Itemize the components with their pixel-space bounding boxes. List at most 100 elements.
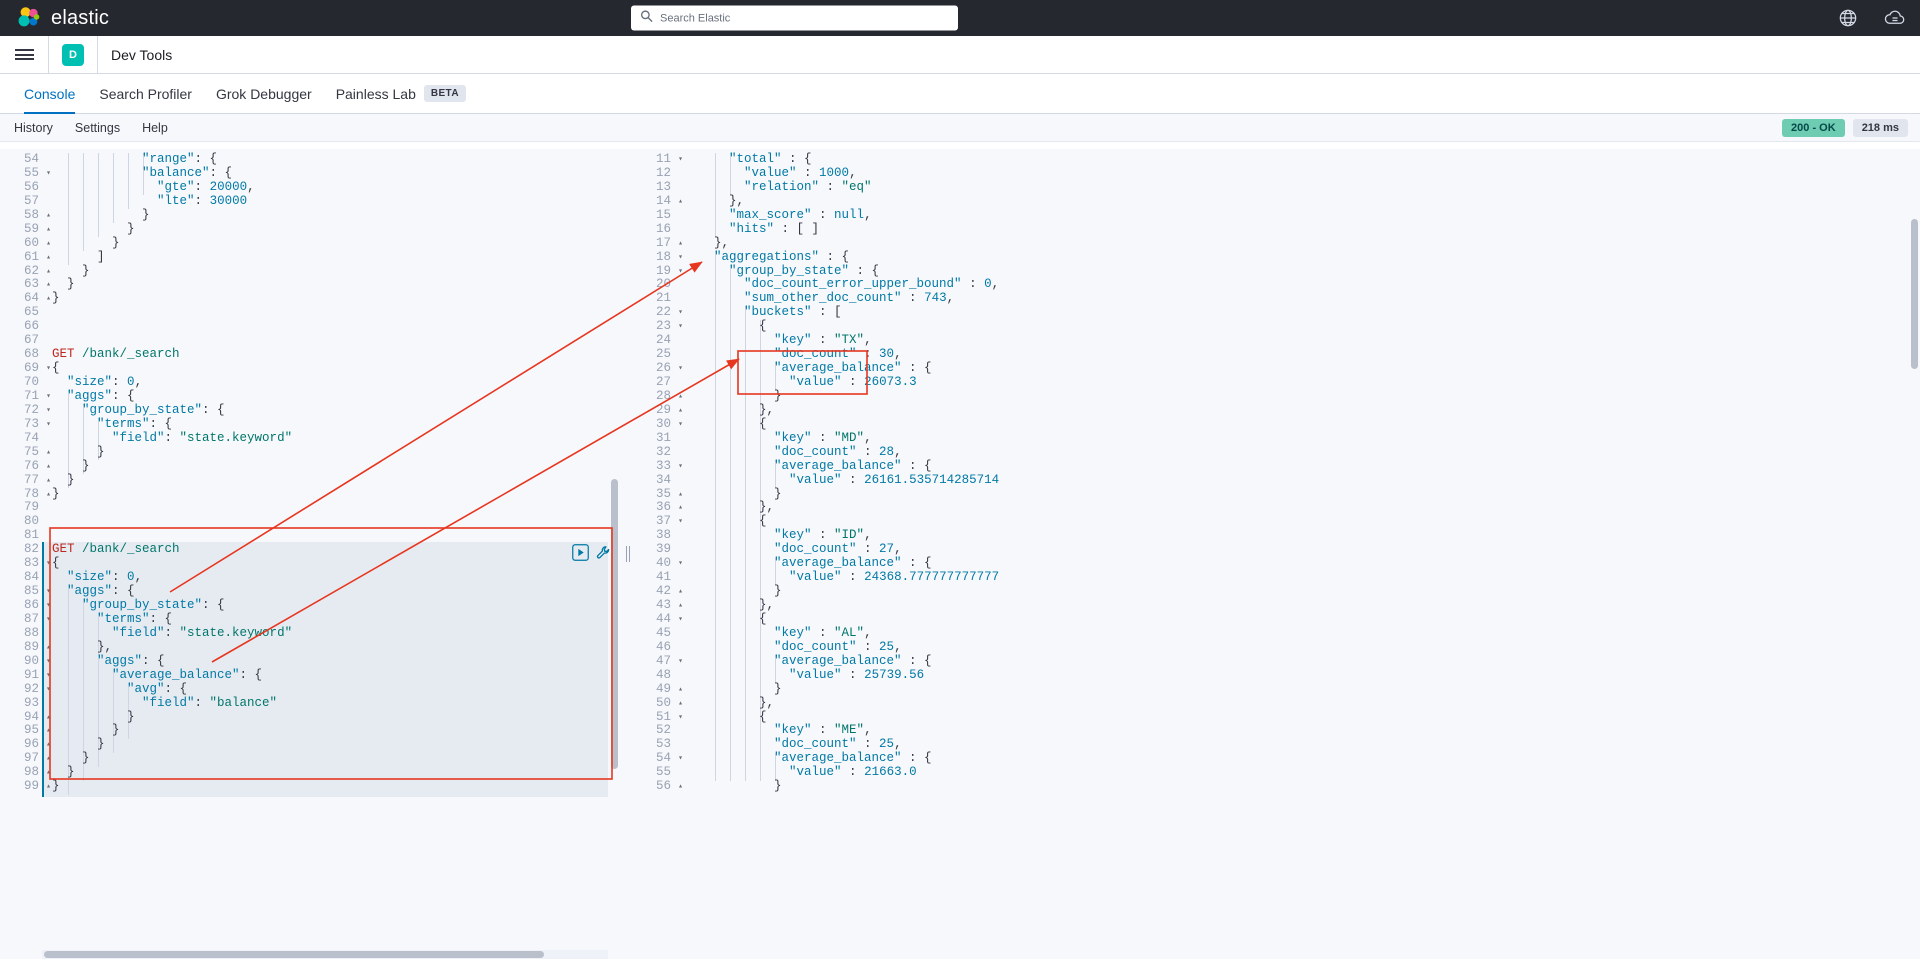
space-avatar[interactable]: D [62,44,84,66]
response-code[interactable]: "total" : { "value" : 1000, "relation" :… [684,149,1920,959]
fold-toggle-icon[interactable]: ▴ [42,488,51,502]
editor-splitter[interactable] [620,149,636,959]
code-line: "hits" : [ ] [684,223,1920,237]
fold-toggle-icon[interactable]: ▴ [674,488,683,502]
request-line-numbers[interactable]: 5455▾565758▴59▴60▴61▴62▴63▴64▴6566676869… [0,149,42,959]
fold-toggle-icon[interactable]: ▾ [42,390,51,404]
fold-toggle-icon[interactable]: ▴ [42,265,51,279]
fold-toggle-icon[interactable]: ▴ [42,766,51,780]
global-search[interactable] [631,6,958,31]
response-viewer-pane[interactable]: 11▾121314▴151617▴18▾19▾202122▾23▾242526▾… [636,149,1920,959]
fold-toggle-icon[interactable]: ▾ [42,669,51,683]
fold-toggle-icon[interactable]: ▾ [42,557,51,571]
search-input[interactable] [660,12,949,24]
history-link[interactable]: History [14,121,53,135]
line-number: 38 [636,529,674,543]
request-editor-pane[interactable]: 5455▾565758▴59▴60▴61▴62▴63▴64▴6566676869… [0,149,620,959]
fold-toggle-icon[interactable]: ▾ [42,683,51,697]
request-horizontal-scrollbar[interactable] [42,950,608,959]
fold-toggle-icon[interactable]: ▴ [674,404,683,418]
fold-toggle-icon[interactable]: ▴ [674,390,683,404]
fold-toggle-icon[interactable]: ▴ [42,209,51,223]
fold-toggle-icon[interactable]: ▴ [42,278,51,292]
code-line: } [52,711,620,725]
response-scroll-thumb[interactable] [1911,219,1918,369]
fold-toggle-icon[interactable]: ▴ [674,697,683,711]
fold-toggle-icon[interactable]: ▾ [42,167,51,181]
line-number: 75▴ [0,446,42,460]
tab-console[interactable]: Console [12,74,87,113]
fold-toggle-icon[interactable]: ▴ [42,460,51,474]
help-link[interactable]: Help [142,121,168,135]
fold-toggle-icon[interactable]: ▴ [42,711,51,725]
fold-toggle-icon[interactable]: ▾ [674,418,683,432]
fold-toggle-icon[interactable]: ▴ [674,585,683,599]
fold-toggle-icon[interactable]: ▾ [42,613,51,627]
request-code[interactable]: "range": { "balance": { "gte": 20000, "l… [52,149,620,959]
fold-toggle-icon[interactable]: ▾ [674,655,683,669]
request-hscroll-thumb[interactable] [44,951,544,958]
fold-toggle-icon[interactable]: ▴ [674,501,683,515]
line-number: 81 [0,529,42,543]
tab-search-profiler[interactable]: Search Profiler [87,74,204,113]
fold-toggle-icon[interactable]: ▴ [42,237,51,251]
line-number: 90▾ [0,655,42,669]
fold-toggle-icon[interactable]: ▾ [674,515,683,529]
fold-toggle-icon[interactable]: ▴ [42,738,51,752]
fold-toggle-icon[interactable]: ▾ [674,460,683,474]
line-number: 21 [636,292,674,306]
fold-toggle-icon[interactable]: ▾ [42,599,51,613]
code-line [52,320,620,334]
fold-toggle-icon[interactable]: ▾ [674,306,683,320]
fold-toggle-icon[interactable]: ▴ [42,780,51,794]
wrench-icon[interactable] [596,545,611,565]
code-line: } [52,780,620,794]
fold-toggle-icon[interactable]: ▾ [42,418,51,432]
line-number: 37▾ [636,515,674,529]
fold-toggle-icon[interactable]: ▾ [42,404,51,418]
fold-toggle-icon[interactable]: ▴ [42,752,51,766]
play-triangle-icon[interactable] [572,544,589,566]
tab-painless-lab[interactable]: Painless Lab BETA [324,74,478,113]
line-number: 68 [0,348,42,362]
fold-toggle-icon[interactable]: ▾ [674,153,683,167]
fold-toggle-icon[interactable]: ▴ [42,223,51,237]
line-number: 29▴ [636,404,674,418]
globe-icon[interactable] [1838,8,1858,28]
fold-toggle-icon[interactable]: ▴ [674,195,683,209]
hamburger-menu-icon[interactable] [0,36,48,74]
fold-toggle-icon[interactable]: ▾ [42,585,51,599]
line-number: 41 [636,571,674,585]
fold-toggle-icon[interactable]: ▴ [42,251,51,265]
fold-toggle-icon[interactable]: ▴ [42,474,51,488]
fold-toggle-icon[interactable]: ▴ [674,599,683,613]
fold-toggle-icon[interactable]: ▾ [42,362,51,376]
fold-toggle-icon[interactable]: ▾ [674,251,683,265]
fold-toggle-icon[interactable]: ▴ [42,641,51,655]
code-line: "aggs": { [52,585,620,599]
fold-toggle-icon[interactable]: ▾ [674,613,683,627]
cloud-deployment-icon[interactable] [1884,8,1906,28]
fold-toggle-icon[interactable]: ▴ [674,780,683,794]
fold-toggle-icon[interactable]: ▴ [42,724,51,738]
fold-toggle-icon[interactable]: ▾ [674,362,683,376]
settings-link[interactable]: Settings [75,121,120,135]
fold-toggle-icon[interactable]: ▾ [42,655,51,669]
fold-toggle-icon[interactable]: ▴ [42,446,51,460]
request-scroll-thumb[interactable] [611,479,618,769]
fold-toggle-icon[interactable]: ▾ [674,752,683,766]
code-line: "total" : { [684,153,1920,167]
code-line: }, [52,641,620,655]
code-line: "terms": { [52,418,620,432]
tab-grok-debugger[interactable]: Grok Debugger [204,74,324,113]
fold-toggle-icon[interactable]: ▴ [42,292,51,306]
elastic-brand[interactable]: elastic [0,6,109,31]
line-number: 54▾ [636,752,674,766]
fold-toggle-icon[interactable]: ▾ [674,711,683,725]
fold-toggle-icon[interactable]: ▴ [674,683,683,697]
fold-toggle-icon[interactable]: ▾ [674,320,683,334]
fold-toggle-icon[interactable]: ▴ [674,237,683,251]
tab-grok-debugger-label: Grok Debugger [216,86,312,102]
fold-toggle-icon[interactable]: ▾ [674,557,683,571]
fold-toggle-icon[interactable]: ▾ [674,265,683,279]
